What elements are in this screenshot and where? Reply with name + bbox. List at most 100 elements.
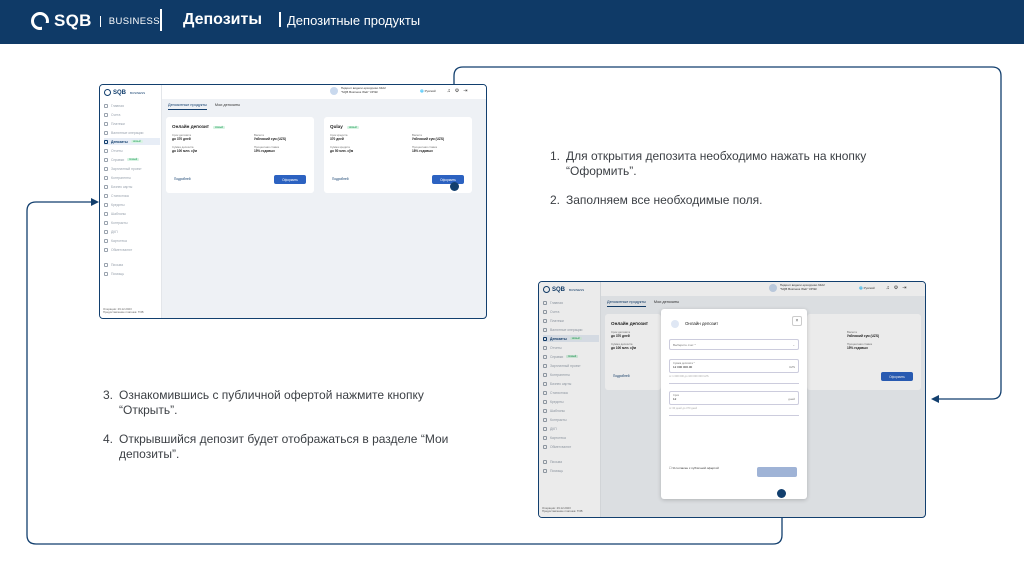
new-badge: Новый (130, 140, 143, 143)
sidebar-item[interactable]: Контрагенты (104, 174, 160, 181)
instruction-step: 4. Открывшийся депозит будет отображаться… (103, 432, 483, 462)
sidebar-item[interactable]: Платежи (104, 120, 160, 127)
account-line: "SQB Business Web" КРЭК (340, 90, 378, 94)
arrow-head-icon (91, 198, 99, 206)
page-subtitle: Депозитные продукты (287, 13, 421, 28)
logo-divider (99, 15, 101, 27)
step-text: Ознакомившись с публичной офертой нажмит… (119, 388, 424, 417)
amount-slider[interactable] (669, 383, 799, 384)
details-link[interactable]: Подробней (174, 177, 191, 181)
instruction-step: 3. Ознакомившись с публичной офертой нажм… (103, 388, 483, 418)
sidebar-item-label: Справки (111, 157, 125, 162)
term-unit: дней (788, 397, 795, 401)
sidebar-item[interactable]: Счета (104, 111, 160, 118)
sidebar-footer: Операции: 29.12.2023 Предоставление плат… (103, 307, 144, 315)
step-number: 1. (550, 149, 561, 163)
currency-value: Узбекский сум (UZS) (412, 137, 445, 141)
term-value: 370 дней (330, 137, 344, 141)
instruction-step: 1. Для открытия депозита необходимо нажат… (550, 149, 930, 179)
sidebar-item[interactable]: Шаблоны (104, 210, 160, 217)
new-badge: Новый (346, 126, 359, 129)
bell-icon[interactable]: ♫ (447, 88, 455, 94)
brand-logo: SQB BUSINESS (31, 11, 160, 31)
sidebar-item-label: Депозиты (111, 139, 128, 144)
sidebar-item[interactable]: Справки Новый (104, 156, 160, 163)
menu-icon (104, 121, 108, 126)
card-title: Qulay Новый (330, 124, 359, 129)
sidebar-item[interactable]: Бизнес карты (104, 183, 160, 190)
sidebar-item[interactable]: Главная (104, 102, 160, 109)
menu-icon (104, 247, 108, 252)
menu-icon (104, 229, 108, 234)
term-value: до 370 дней (172, 137, 191, 141)
tab-deposit-products[interactable]: Депозитные продукты (168, 103, 207, 110)
help-icon (104, 271, 108, 276)
open-button[interactable] (757, 467, 797, 477)
sidebar-item[interactable]: Кредиты (104, 201, 160, 208)
sidebar-item-label: Отчеты (111, 148, 123, 153)
instruction-step: 2. Заполняем все необходимые поля. (550, 193, 930, 208)
footer-line: Предоставление платежа: ТОВ (103, 310, 144, 315)
sidebar-item[interactable]: Обмен валют (104, 246, 160, 253)
instructions-group-1: 1. Для открытия депозита необходимо нажат… (550, 149, 930, 222)
tab-my-deposits[interactable]: Мои депозиты (215, 103, 240, 110)
amount-currency: UZS (789, 365, 795, 369)
term-field[interactable]: Срок 12 дней (669, 391, 799, 405)
close-icon[interactable]: × (792, 316, 802, 326)
sidebar-item[interactable]: Статистика (104, 192, 160, 199)
menu-icon (104, 193, 108, 198)
sidebar-item[interactable]: Контракты (104, 219, 160, 226)
select-placeholder: Выберите счет * (673, 343, 696, 347)
offer-checkbox[interactable]: ☐ Я согласен с публичной офертой (669, 467, 719, 471)
sidebar-item-label: Контракты (111, 220, 128, 225)
sidebar-item[interactable]: Письма (104, 261, 160, 268)
app-logo: SQB BUSINESS (104, 89, 145, 96)
step-text: Заполняем все необходимые поля. (566, 193, 763, 207)
menu-icon (104, 157, 108, 162)
checkbox-icon: ☐ (669, 466, 672, 471)
step-number: 2. (550, 193, 561, 207)
sidebar-item-label: Помощь (111, 271, 125, 276)
logout-icon[interactable]: ⇥ (463, 88, 471, 94)
amount-hint: от 1 000 000 до 100 000 000 UZS (669, 375, 709, 378)
sidebar-item-label: Валютные операции (111, 130, 144, 135)
apply-button[interactable]: Оформить (274, 175, 306, 184)
sidebar-item[interactable]: ДКП (104, 228, 160, 235)
mail-icon (104, 262, 108, 267)
menu-icon (104, 211, 108, 216)
step-number: 4. (103, 432, 114, 446)
details-link[interactable]: Подробней (332, 177, 349, 181)
step-number: 3. (103, 388, 114, 402)
sidebar-item[interactable]: Валютные операции (104, 129, 160, 136)
arrow-head-icon (931, 395, 939, 403)
credit-card: Qulay Новый Срок кредита 370 дней Валюта … (324, 117, 472, 193)
instructions-group-2: 3. Ознакомившись с публичной офертой нажм… (103, 388, 483, 476)
sidebar-item-label: Статистика (111, 193, 129, 198)
sidebar-item[interactable]: Зарплатный проект (104, 165, 160, 172)
page-title: Депозиты (183, 11, 263, 28)
amount-field-value: 12 000 000.00 (673, 365, 693, 369)
app-screenshot-products: SQB BUSINESS Главная Счета Платежи Валют… (99, 84, 487, 319)
tabs: Депозитные продукты Мои депозиты (168, 103, 240, 110)
apply-button[interactable]: Оформить (432, 175, 464, 184)
settings-icon[interactable]: ⚙ (455, 88, 463, 94)
app-sidebar: SQB BUSINESS Главная Счета Платежи Валют… (100, 85, 162, 318)
term-slider[interactable] (669, 415, 799, 416)
currency-value: Узбекский сум (UZS) (254, 137, 287, 141)
sidebar-item[interactable]: Помощь (104, 270, 160, 277)
account-selector[interactable]: Пидишт видели ерхоррово 6422 "SQB Busine… (330, 87, 386, 95)
menu-icon (104, 103, 108, 108)
term-field-value: 12 (673, 397, 677, 401)
amount-value: до 100 млн. сўм (172, 149, 198, 153)
new-badge: Новый (213, 126, 226, 129)
rate-value: 18% годовых (412, 149, 433, 153)
amount-field[interactable]: Сумма депозита * 12 000 000.00 UZS (669, 359, 799, 373)
sidebar-item[interactable]: Отчеты (104, 147, 160, 154)
menu-icon (104, 139, 108, 144)
card-title: Онлайн депозит Новый (172, 124, 226, 129)
sidebar-item-deposits[interactable]: Депозиты Новый (104, 138, 160, 145)
avatar (330, 87, 338, 95)
language-selector[interactable]: 🌐 Русский (420, 89, 436, 93)
sidebar-item[interactable]: Картотека (104, 237, 160, 244)
account-select[interactable]: Выберите счет * ⌄ (669, 339, 799, 350)
